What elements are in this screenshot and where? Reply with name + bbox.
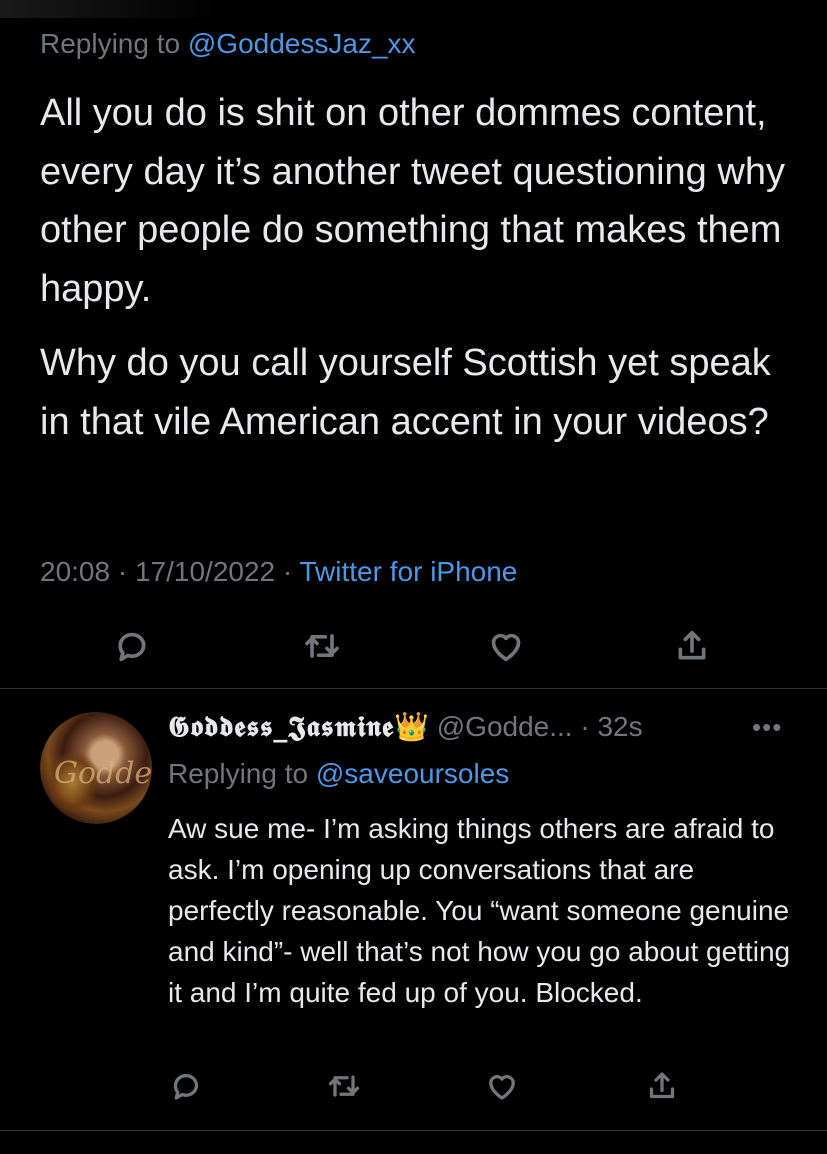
meta-separator: · [110,556,135,587]
tweet-meta: 20:08 · 17/10/2022 · Twitter for iPhone [40,556,517,588]
reply-icon [173,1074,199,1100]
replying-to: Replying to @GoddessJaz_xx [40,28,416,60]
replying-to-prefix: Replying to [40,28,181,59]
display-name[interactable]: 𝕲𝖔𝖉𝖉𝖊𝖘𝖘_𝕵𝖆𝖘𝖒𝖎𝖓𝖊 [168,710,394,743]
more-options-icon[interactable]: ••• [752,712,782,743]
meta-separator: · [275,556,300,587]
replying-to-handle[interactable]: @GoddessJaz_xx [188,28,416,59]
reply-time[interactable]: 32s [597,711,642,742]
crown-badge: 👑 [394,711,429,742]
retweet-icon [305,634,339,658]
reply-actions [0,1068,827,1104]
retweet-button[interactable] [326,1068,362,1104]
divider [0,688,827,689]
like-button[interactable] [486,626,526,666]
tweet-paragraph: Why do you call yourself Scottish yet sp… [40,342,771,443]
share-button[interactable] [672,626,712,666]
top-fade [0,0,220,18]
share-icon [678,630,706,660]
replying-to-prefix: Replying to [168,758,309,789]
divider [0,1130,827,1131]
tweet-date[interactable]: 17/10/2022 [135,556,275,587]
reply-button[interactable] [112,626,152,666]
tweet-source[interactable]: Twitter for iPhone [300,556,518,587]
reply-header: 𝕲𝖔𝖉𝖉𝖊𝖘𝖘_𝕵𝖆𝖘𝖒𝖎𝖓𝖊👑 @Godde... · 32s [168,710,643,744]
like-icon [491,633,521,662]
reply-text: Aw sue me- I’m asking things others are … [168,813,791,1008]
reply-button[interactable] [168,1068,204,1104]
retweet-button[interactable] [302,626,342,666]
like-button[interactable] [484,1068,520,1104]
time-separator: · [572,711,598,742]
like-icon [489,1075,515,1100]
tweet-actions [0,626,827,666]
tweet-paragraph: All you do is shit on other dommes conte… [40,92,785,310]
avatar-logo: Goddess [54,756,152,791]
share-button[interactable] [644,1068,680,1104]
user-handle[interactable]: @Godde... [437,711,573,742]
reply-icon [118,632,146,662]
reply-replying-to: Replying to @saveoursoles [168,758,509,790]
retweet-icon [328,1075,360,1097]
avatar[interactable]: Goddess [40,712,152,824]
share-icon [649,1072,675,1099]
tweet-text: All you do is shit on other dommes conte… [40,84,800,467]
tweet-time[interactable]: 20:08 [40,556,110,587]
replying-to-handle[interactable]: @saveoursoles [316,758,509,789]
